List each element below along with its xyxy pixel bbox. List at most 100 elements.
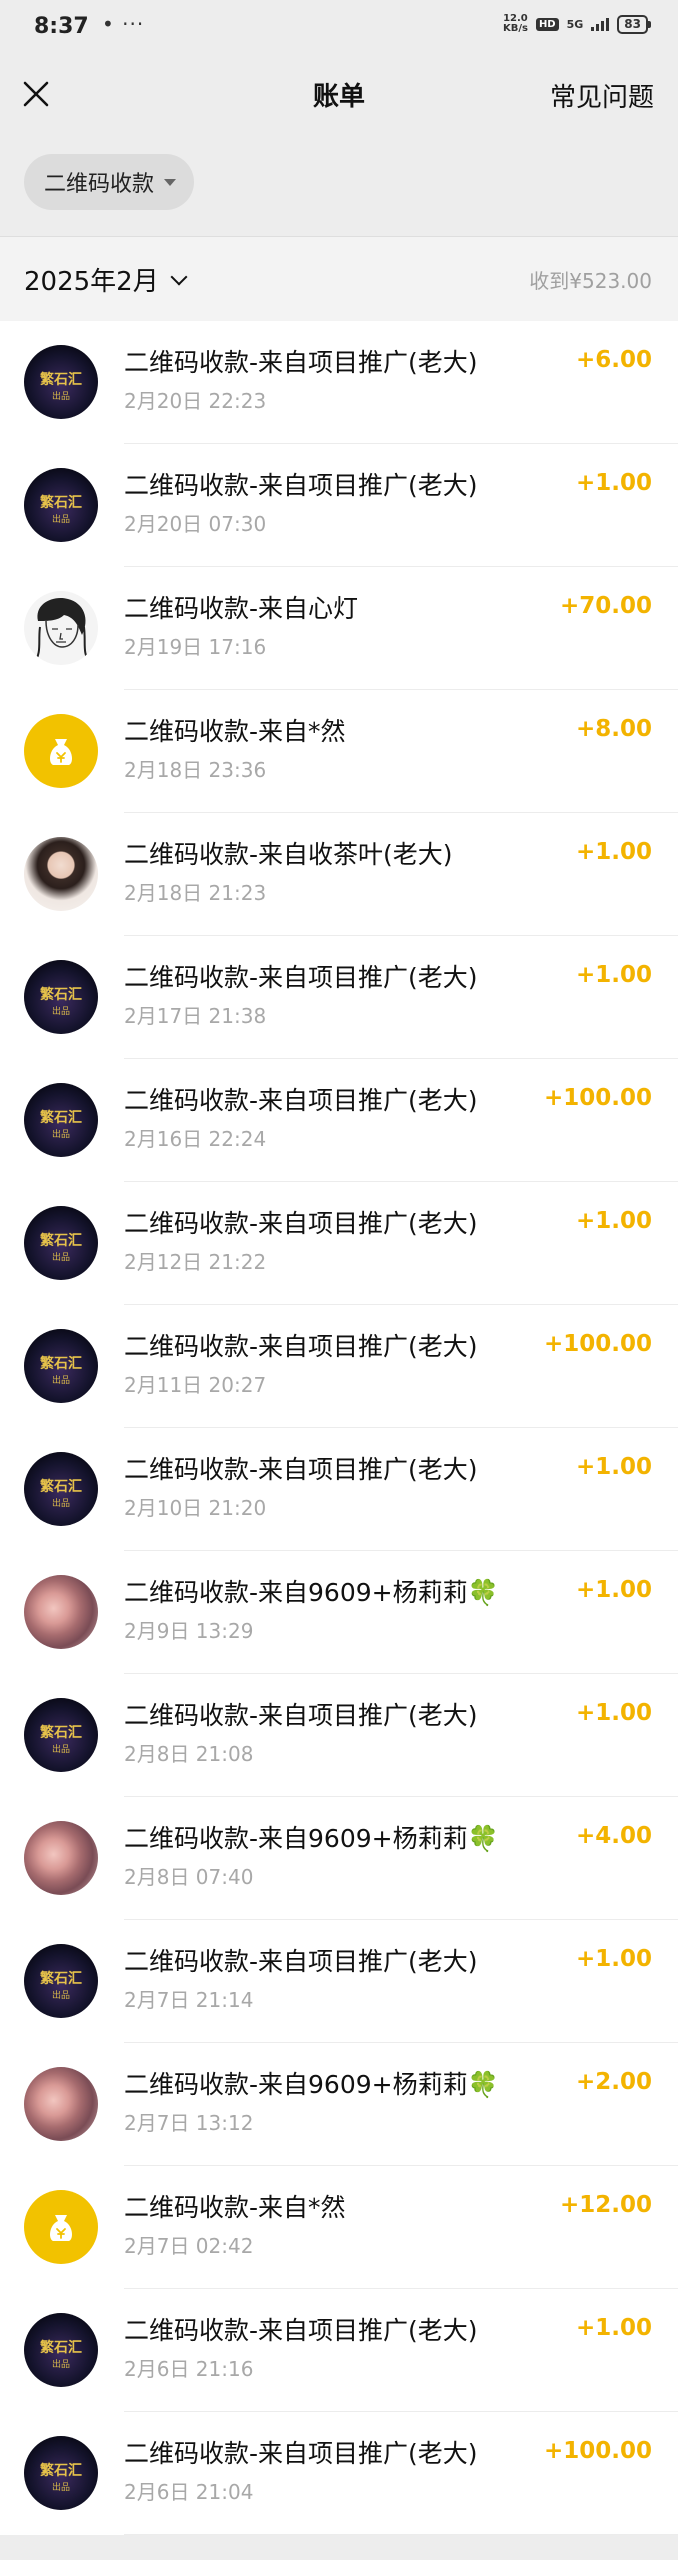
month-selector[interactable]: 2025年2月 (24, 261, 188, 298)
transaction-time: 2月9日 13:29 (124, 1619, 254, 1643)
avatar-logo-text: 繁石汇 (40, 2340, 82, 2356)
avatar (24, 1575, 98, 1649)
transaction-row[interactable]: 繁石汇 出品 二维码收款-来自项目推广(老大) 2月8日 21:08 +1.00 (0, 1674, 678, 1797)
avatar-logo-subtext: 出品 (51, 1130, 70, 1140)
avatar: 繁石汇 出品 (24, 1206, 98, 1280)
transaction-row[interactable]: 繁石汇 出品 二维码收款-来自项目推广(老大) 2月10日 21:20 +1.00 (0, 1428, 678, 1551)
transaction-title: 二维码收款-来自心灯 (124, 594, 359, 623)
avatar (24, 714, 98, 788)
avatar (24, 591, 98, 665)
avatar (24, 1821, 98, 1895)
status-indicators: 12.0 KB/s HD 5G 83 (503, 14, 651, 34)
avatar: 繁石汇 出品 (24, 1083, 98, 1157)
transaction-title: 二维码收款-来自*然 (124, 717, 346, 746)
transaction-title: 二维码收款-来自项目推广(老大) (124, 348, 478, 377)
transaction-row[interactable]: 繁石汇 出品 二维码收款-来自项目推广(老大) 2月20日 07:30 +1.00 (0, 444, 678, 567)
transaction-time: 2月16日 22:24 (124, 1127, 267, 1151)
transaction-title: 二维码收款-来自9609+杨莉莉🍀 (124, 2070, 499, 2099)
transaction-title: 二维码收款-来自项目推广(老大) (124, 2316, 478, 2345)
hd-icon: HD (535, 17, 559, 31)
transaction-row[interactable]: 繁石汇 出品 二维码收款-来自项目推广(老大) 2月17日 21:38 +1.00 (0, 936, 678, 1059)
avatar: 繁石汇 出品 (24, 2313, 98, 2387)
transaction-row[interactable]: 繁石汇 出品 二维码收款-来自项目推广(老大) 2月12日 21:22 +1.00 (0, 1182, 678, 1305)
transaction-time: 2月8日 07:40 (124, 1865, 254, 1889)
net-speed-unit: KB/s (502, 23, 528, 34)
filter-chip-label: 二维码收款 (44, 172, 155, 197)
transaction-row[interactable]: 繁石汇 出品 二维码收款-来自项目推广(老大) 2月16日 22:24 +100.00 (0, 1059, 678, 1182)
transaction-list: 繁石汇 出品 二维码收款-来自项目推广(老大) 2月20日 22:23 +6.00 繁石汇… (0, 321, 678, 2535)
avatar-logo-subtext: 出品 (51, 515, 70, 525)
transaction-time: 2月6日 21:16 (124, 2357, 254, 2381)
month-total: 收到¥523.00 (529, 269, 652, 293)
avatar-logo-subtext: 出品 (51, 2483, 70, 2493)
transaction-amount: +12.00 (559, 2192, 652, 2218)
caret-down-icon (164, 178, 177, 186)
avatar-logo-subtext: 出品 (51, 1007, 70, 1017)
transaction-row[interactable]: 繁石汇 出品 二维码收款-来自项目推广(老大) 2月6日 21:16 +1.00 (0, 2289, 678, 2412)
transaction-title: 二维码收款-来自项目推广(老大) (124, 1947, 478, 1976)
money-bag-icon (50, 739, 72, 765)
avatar: 繁石汇 出品 (24, 2436, 98, 2510)
status-time: 8:37 (34, 14, 89, 39)
transaction-row[interactable]: 繁石汇 出品 二维码收款-来自项目推广(老大) 2月7日 21:14 +1.00 (0, 1920, 678, 2043)
transaction-time: 2月20日 07:30 (124, 512, 267, 536)
avatar-logo-text: 繁石汇 (40, 1971, 82, 1987)
transaction-time: 2月11日 20:27 (124, 1373, 267, 1397)
net-speed: 12.0 KB/s (503, 14, 528, 34)
transaction-time: 2月7日 21:14 (124, 1988, 254, 2012)
transaction-amount: +8.00 (575, 716, 652, 742)
transaction-amount: +1.00 (575, 1946, 652, 1972)
avatar: 繁石汇 出品 (24, 960, 98, 1034)
transaction-title: 二维码收款-来自9609+杨莉莉🍀 (124, 1824, 499, 1853)
avatar-logo-subtext: 出品 (51, 2360, 70, 2370)
transaction-amount: +4.00 (575, 1823, 652, 1849)
transaction-amount: +1.00 (575, 1700, 652, 1726)
transaction-amount: +1.00 (575, 839, 652, 865)
transaction-title: 二维码收款-来自项目推广(老大) (124, 471, 478, 500)
avatar: 繁石汇 出品 (24, 1452, 98, 1526)
transaction-row[interactable]: 繁石汇出品 二维码收款-来自项目推广(老大) 2月20日 22:23 +6.00 (0, 321, 678, 444)
transaction-title: 二维码收款-来自项目推广(老大) (124, 1455, 478, 1484)
transaction-row[interactable]: 二维码收款-来自*然 2月7日 02:42 +12.00 (0, 2166, 678, 2289)
network-type: 5G (566, 17, 584, 31)
avatar (24, 2067, 98, 2141)
transaction-amount: +70.00 (559, 593, 652, 619)
avatar-logo-subtext: 出品 (51, 1253, 70, 1263)
transaction-time: 2月18日 21:23 (124, 881, 267, 905)
filter-chip-qr-payment[interactable]: 二维码收款 (24, 154, 195, 210)
transaction-title: 二维码收款-来自9609+杨莉莉🍀 (124, 1578, 499, 1607)
avatar-logo-text: 繁石汇 (40, 1233, 82, 1249)
sketch-portrait-image (33, 597, 91, 664)
transaction-title: 二维码收款-来自项目推广(老大) (124, 1209, 478, 1238)
avatar-logo-text: 繁石汇 (40, 1110, 82, 1126)
avatar-logo-subtext: 出品 (51, 1376, 70, 1386)
avatar (24, 2190, 98, 2264)
month-label: 2025年2月 (24, 267, 159, 297)
transaction-amount: +2.00 (575, 2069, 652, 2095)
transaction-amount: +6.00 (575, 347, 652, 373)
transaction-row[interactable]: 繁石汇 出品 二维码收款-来自项目推广(老大) 2月6日 21:04 +100.00 (0, 2412, 678, 2535)
transaction-row[interactable]: 繁石汇 出品 二维码收款-来自项目推广(老大) 2月11日 20:27 +100.00 (0, 1305, 678, 1428)
avatar-logo-text: 繁石汇 (40, 2463, 82, 2479)
transaction-row[interactable]: 二维码收款-来自*然 2月18日 23:36 +8.00 (0, 690, 678, 813)
avatar-logo-subtext: 出品 (51, 392, 70, 402)
transaction-title: 二维码收款-来自项目推广(老大) (124, 1086, 478, 1115)
transaction-row[interactable]: 二维码收款-来自9609+杨莉莉🍀 2月9日 13:29 +1.00 (0, 1551, 678, 1674)
avatar-logo-text: 繁石汇 (40, 987, 82, 1003)
transaction-amount: +1.00 (575, 1208, 652, 1234)
transaction-row[interactable]: 二维码收款-来自心灯 2月19日 17:16 +70.00 (0, 567, 678, 690)
faq-link[interactable]: 常见问题 (550, 77, 654, 114)
transaction-title: 二维码收款-来自项目推广(老大) (124, 1332, 478, 1361)
avatar-logo-subtext: 出品 (51, 1499, 70, 1509)
battery-icon: 83 (617, 14, 651, 34)
transaction-row[interactable]: 二维码收款-来自9609+杨莉莉🍀 2月7日 13:12 +2.00 (0, 2043, 678, 2166)
transaction-time: 2月20日 22:23 (124, 389, 267, 413)
money-bag-icon (50, 2215, 72, 2241)
avatar-logo-text: 繁石汇 (40, 495, 82, 511)
transaction-time: 2月12日 21:22 (124, 1250, 267, 1274)
transaction-row[interactable]: 二维码收款-来自收茶叶(老大) 2月18日 21:23 +1.00 (0, 813, 678, 936)
avatar-logo-text: 繁石汇 (40, 372, 82, 388)
transaction-row[interactable]: 二维码收款-来自9609+杨莉莉🍀 2月8日 07:40 +4.00 (0, 1797, 678, 1920)
transaction-amount: +100.00 (543, 1331, 652, 1357)
transaction-title: 二维码收款-来自项目推广(老大) (124, 2439, 478, 2468)
